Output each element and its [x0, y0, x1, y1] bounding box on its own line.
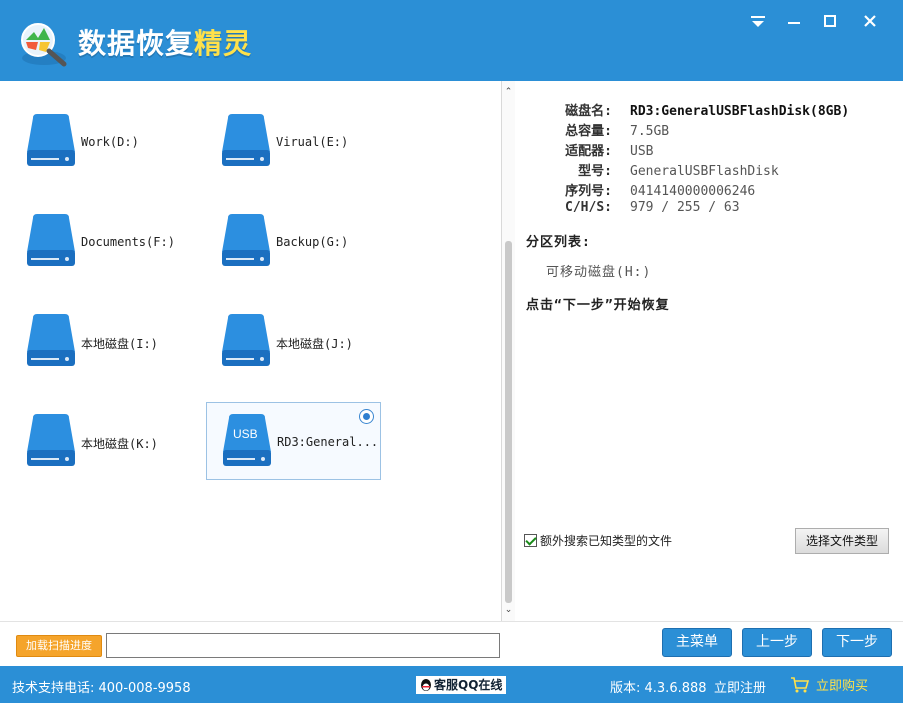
- drive-label: 本地磁盘(I:): [81, 337, 158, 351]
- drive-item-local-i[interactable]: 本地磁盘(I:): [11, 303, 186, 381]
- detail-row: 序列号: 0414140000006246: [565, 184, 756, 199]
- disk-details-panel: 磁盘名: RD3:GeneralUSBFlashDisk(8GB) 总容量: 7.5…: [520, 81, 903, 621]
- hard-drive-icon: [220, 214, 272, 268]
- details-scrollbar[interactable]: ⌃ ⌄: [502, 81, 515, 621]
- buy-now-label: 立即购买: [816, 679, 869, 694]
- extra-search-checkbox[interactable]: [524, 534, 537, 547]
- drive-label: Backup(G:): [276, 235, 349, 249]
- close-icon[interactable]: [857, 8, 883, 34]
- drive-label: Virual(E:): [276, 135, 349, 149]
- hard-drive-icon: [25, 214, 77, 268]
- next-step-hint: 点击“下一步”开始恢复: [526, 298, 670, 313]
- app-logo-icon: [14, 18, 74, 70]
- buy-now-link[interactable]: 立即购买: [790, 675, 868, 694]
- hard-drive-icon: [25, 414, 77, 468]
- detail-row: 适配器: USB: [565, 144, 654, 159]
- selected-radio[interactable]: [359, 409, 374, 424]
- drive-list-panel: Work(D:) Virual(E:) Documents(F:) Backup…: [1, 81, 501, 621]
- drive-label: 本地磁盘(K:): [81, 437, 158, 451]
- extra-search-checkbox-row[interactable]: 额外搜索已知类型的文件: [524, 532, 672, 549]
- drive-label: Work(D:): [81, 135, 139, 149]
- scan-progress-path-input[interactable]: [106, 633, 500, 658]
- dropdown-menu-icon[interactable]: [745, 8, 771, 34]
- drive-item-work[interactable]: Work(D:): [11, 103, 186, 181]
- usb-badge: USB: [233, 427, 258, 441]
- drive-item-local-j[interactable]: 本地磁盘(J:): [206, 303, 381, 381]
- drive-item-documents[interactable]: Documents(F:): [11, 203, 186, 281]
- select-file-type-button[interactable]: 选择文件类型: [795, 528, 889, 554]
- minimize-icon[interactable]: [781, 8, 807, 34]
- scroll-thumb[interactable]: [505, 241, 512, 603]
- partition-item[interactable]: 可移动磁盘(H:): [546, 261, 651, 280]
- qq-support-button[interactable]: 客服QQ在线: [415, 675, 507, 695]
- qq-support-label: 客服QQ在线: [434, 678, 503, 692]
- drive-item-virual[interactable]: Virual(E:): [206, 103, 381, 181]
- drive-label: Documents(F:): [81, 235, 175, 249]
- partition-list-title: 分区列表:: [526, 235, 591, 250]
- version-text: 版本: 4.3.6.888: [610, 681, 707, 696]
- detail-row: 磁盘名: RD3:GeneralUSBFlashDisk(8GB): [565, 104, 850, 119]
- hard-drive-icon: [220, 114, 272, 168]
- main-menu-button[interactable]: 主菜单: [662, 628, 732, 657]
- drive-item-backup[interactable]: Backup(G:): [206, 203, 381, 281]
- title-bar: 数据恢复精灵: [0, 0, 903, 81]
- maximize-icon[interactable]: [817, 8, 843, 34]
- qq-penguin-icon: [419, 678, 433, 692]
- hard-drive-icon: [25, 114, 77, 168]
- app-title: 数据恢复精灵: [78, 27, 253, 60]
- detail-row: C/H/S: 979 / 255 / 63: [565, 200, 740, 215]
- hard-drive-icon: [220, 314, 272, 368]
- usb-drive-icon: USB: [221, 414, 273, 468]
- detail-row: 型号: GeneralUSBFlashDisk: [578, 164, 779, 179]
- detail-row: 总容量: 7.5GB: [565, 124, 670, 139]
- hard-drive-icon: [25, 314, 77, 368]
- next-step-button[interactable]: 下一步: [822, 628, 892, 657]
- drive-label: RD3:General...: [277, 435, 379, 449]
- support-phone: 技术支持电话: 400-008-9958: [12, 681, 191, 696]
- drive-label: 本地磁盘(J:): [276, 337, 353, 351]
- extra-search-label: 额外搜索已知类型的文件: [540, 534, 673, 548]
- register-link[interactable]: 立即注册: [714, 677, 766, 696]
- scroll-down-icon[interactable]: ⌄: [502, 603, 515, 617]
- drive-item-usb-selected[interactable]: USB RD3:General...: [206, 402, 381, 480]
- previous-step-button[interactable]: 上一步: [742, 628, 812, 657]
- scroll-up-icon[interactable]: ⌃: [502, 85, 515, 99]
- shopping-cart-icon: [790, 677, 810, 693]
- drive-item-local-k[interactable]: 本地磁盘(K:): [11, 403, 186, 481]
- load-scan-progress-button[interactable]: 加载扫描进度: [16, 635, 102, 657]
